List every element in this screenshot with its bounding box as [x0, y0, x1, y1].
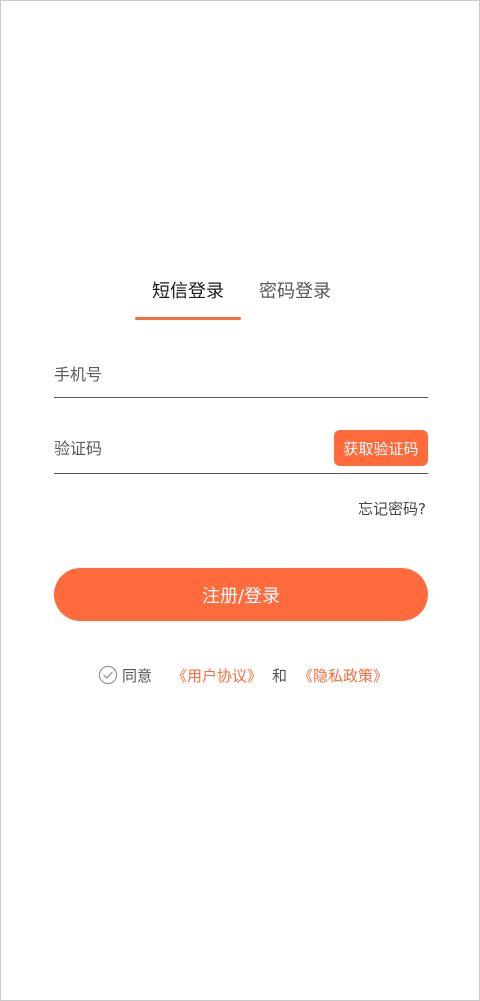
- phone-field: [54, 351, 428, 398]
- agree-checkbox-icon[interactable]: [98, 665, 118, 685]
- register-login-button[interactable]: 注册/登录: [54, 568, 428, 621]
- login-tabs: 短信登录 密码登录: [1, 277, 480, 321]
- tab-password-login[interactable]: 密码登录: [257, 277, 333, 321]
- active-tab-indicator: [135, 317, 241, 320]
- user-agreement-link[interactable]: 《用户协议》: [172, 665, 262, 686]
- tab-sms-login[interactable]: 短信登录: [135, 277, 241, 321]
- privacy-policy-link[interactable]: 《隐私政策》: [298, 665, 388, 686]
- forgot-password-link[interactable]: 忘记密码?: [358, 498, 426, 519]
- login-page: 短信登录 密码登录 获取验证码 忘记密码? 注册/登录 同意 《用户协议》 和 …: [0, 0, 480, 1001]
- phone-input[interactable]: [54, 354, 314, 394]
- agree-label: 同意: [122, 667, 153, 685]
- get-code-button[interactable]: 获取验证码: [334, 430, 428, 466]
- and-label: 和: [272, 667, 288, 685]
- agreement-row: 同意 《用户协议》 和 《隐私政策》: [1, 664, 480, 686]
- code-field: 获取验证码: [54, 426, 428, 474]
- verification-code-input[interactable]: [54, 428, 314, 468]
